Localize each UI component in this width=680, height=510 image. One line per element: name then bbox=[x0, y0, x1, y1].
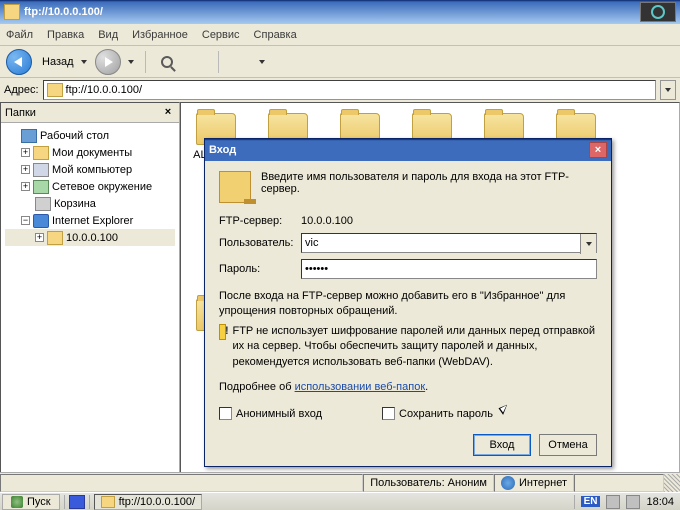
folders-button[interactable] bbox=[185, 50, 209, 74]
sidebar-title: Папки bbox=[5, 107, 36, 119]
address-label: Адрес: bbox=[4, 84, 39, 96]
folder-icon bbox=[101, 496, 115, 508]
dialog-titlebar[interactable]: Вход × bbox=[205, 139, 611, 161]
back-button[interactable] bbox=[6, 49, 32, 75]
brand-orb bbox=[640, 2, 676, 22]
cancel-button[interactable]: Отмена bbox=[539, 434, 597, 456]
checkbox-icon bbox=[382, 407, 395, 420]
expand-icon[interactable]: + bbox=[21, 182, 30, 191]
server-label: FTP-сервер: bbox=[219, 215, 301, 227]
recycle-icon bbox=[35, 197, 51, 211]
chevron-down-icon[interactable] bbox=[580, 234, 596, 254]
menu-tools[interactable]: Сервис bbox=[202, 29, 240, 41]
dialog-note1: После входа на FTP-сервер можно добавить… bbox=[219, 289, 597, 320]
menubar: Файл Правка Вид Избранное Сервис Справка bbox=[0, 24, 680, 46]
desktop-icon bbox=[21, 129, 37, 143]
tree-mycomputer[interactable]: +Мой компьютер bbox=[5, 161, 175, 178]
status-zone: Интернет bbox=[494, 474, 574, 492]
system-tray: EN 18:04 bbox=[574, 495, 680, 509]
globe-icon bbox=[501, 476, 515, 490]
folder-icon bbox=[47, 231, 63, 245]
address-input[interactable]: ftp://10.0.0.100/ bbox=[43, 80, 656, 100]
search-button[interactable] bbox=[155, 50, 179, 74]
menu-view[interactable]: Вид bbox=[98, 29, 118, 41]
language-indicator[interactable]: EN bbox=[581, 496, 601, 507]
anonymous-checkbox[interactable]: Анонимный вход bbox=[219, 407, 322, 420]
sidebar-close-button[interactable]: × bbox=[161, 106, 175, 120]
menu-file[interactable]: Файл bbox=[6, 29, 33, 41]
menu-help[interactable]: Справка bbox=[254, 29, 297, 41]
checkbox-icon bbox=[219, 407, 232, 420]
tree-mydocs[interactable]: +Мои документы bbox=[5, 144, 175, 161]
keys-icon bbox=[219, 171, 251, 203]
login-dialog: Вход × Введите имя пользователя и пароль… bbox=[204, 138, 612, 467]
search-icon bbox=[161, 56, 173, 68]
folders-sidebar: Папки × Рабочий стол +Мои документы +Мой… bbox=[0, 102, 180, 482]
dialog-close-button[interactable]: × bbox=[589, 142, 607, 158]
volume-icon[interactable] bbox=[626, 495, 640, 509]
folder-tree: Рабочий стол +Мои документы +Мой компьют… bbox=[1, 123, 179, 481]
tree-ftp-server[interactable]: +10.0.0.100 bbox=[5, 229, 175, 246]
window-titlebar: ftp://10.0.0.100/ bbox=[0, 0, 680, 24]
save-password-checkbox[interactable]: Сохранить пароль bbox=[382, 407, 493, 420]
separator bbox=[145, 51, 146, 73]
more-prefix: Подробнее об bbox=[219, 381, 295, 393]
back-label: Назад bbox=[42, 56, 74, 68]
views-dropdown[interactable] bbox=[258, 60, 267, 64]
taskbar-item[interactable]: ftp://10.0.0.100/ bbox=[94, 494, 202, 510]
expand-icon[interactable]: + bbox=[21, 148, 30, 157]
taskbar: Пуск ftp://10.0.0.100/ EN 18:04 bbox=[0, 492, 680, 510]
start-icon bbox=[11, 496, 23, 508]
menu-edit[interactable]: Правка bbox=[47, 29, 84, 41]
ie-icon bbox=[33, 214, 49, 228]
show-desktop-icon[interactable] bbox=[69, 495, 85, 509]
tree-network[interactable]: +Сетевое окружение bbox=[5, 178, 175, 195]
resize-grip[interactable] bbox=[664, 474, 680, 492]
dialog-intro: Введите имя пользователя и пароль для вх… bbox=[261, 171, 597, 195]
tree-ie[interactable]: −Internet Explorer bbox=[5, 212, 175, 229]
start-button[interactable]: Пуск bbox=[2, 494, 60, 510]
computer-icon bbox=[33, 163, 49, 177]
expand-icon[interactable]: + bbox=[21, 165, 30, 174]
dialog-note2: FTP не использует шифрование паролей или… bbox=[232, 324, 597, 370]
status-user: Пользователь: Аноним bbox=[363, 474, 494, 492]
back-dropdown[interactable] bbox=[80, 60, 89, 64]
nav-toolbar: Назад bbox=[0, 46, 680, 78]
username-input[interactable]: vic bbox=[301, 233, 597, 253]
network-icon bbox=[33, 180, 49, 194]
forward-button[interactable] bbox=[95, 49, 121, 75]
tray-icon[interactable] bbox=[606, 495, 620, 509]
statusbar: Пользователь: Аноним Интернет bbox=[0, 472, 680, 492]
login-button[interactable]: Вход bbox=[473, 434, 531, 456]
app-icon bbox=[4, 4, 20, 20]
clock[interactable]: 18:04 bbox=[646, 496, 674, 508]
password-label: Пароль: bbox=[219, 263, 301, 275]
window-title: ftp://10.0.0.100/ bbox=[24, 6, 640, 18]
tree-desktop[interactable]: Рабочий стол bbox=[5, 127, 175, 144]
address-icon bbox=[47, 83, 63, 97]
warning-icon bbox=[219, 324, 226, 340]
webfolders-link[interactable]: использовании веб-папок bbox=[295, 381, 426, 393]
sidebar-header: Папки × bbox=[1, 103, 179, 123]
views-button[interactable] bbox=[228, 50, 252, 74]
menu-favorites[interactable]: Избранное bbox=[132, 29, 188, 41]
collapse-icon[interactable]: − bbox=[21, 216, 30, 225]
dialog-title: Вход bbox=[209, 144, 236, 156]
addressbar: Адрес: ftp://10.0.0.100/ bbox=[0, 78, 680, 102]
server-value: 10.0.0.100 bbox=[301, 215, 353, 227]
tree-recycle[interactable]: Корзина bbox=[5, 195, 175, 212]
separator bbox=[218, 51, 219, 73]
user-label: Пользователь: bbox=[219, 237, 301, 249]
password-input[interactable]: •••••• bbox=[301, 259, 597, 279]
folder-icon bbox=[33, 146, 49, 160]
forward-dropdown[interactable] bbox=[127, 60, 136, 64]
address-dropdown[interactable] bbox=[660, 80, 676, 100]
quick-launch bbox=[64, 495, 90, 509]
address-value: ftp://10.0.0.100/ bbox=[66, 84, 142, 96]
expand-icon[interactable]: + bbox=[35, 233, 44, 242]
